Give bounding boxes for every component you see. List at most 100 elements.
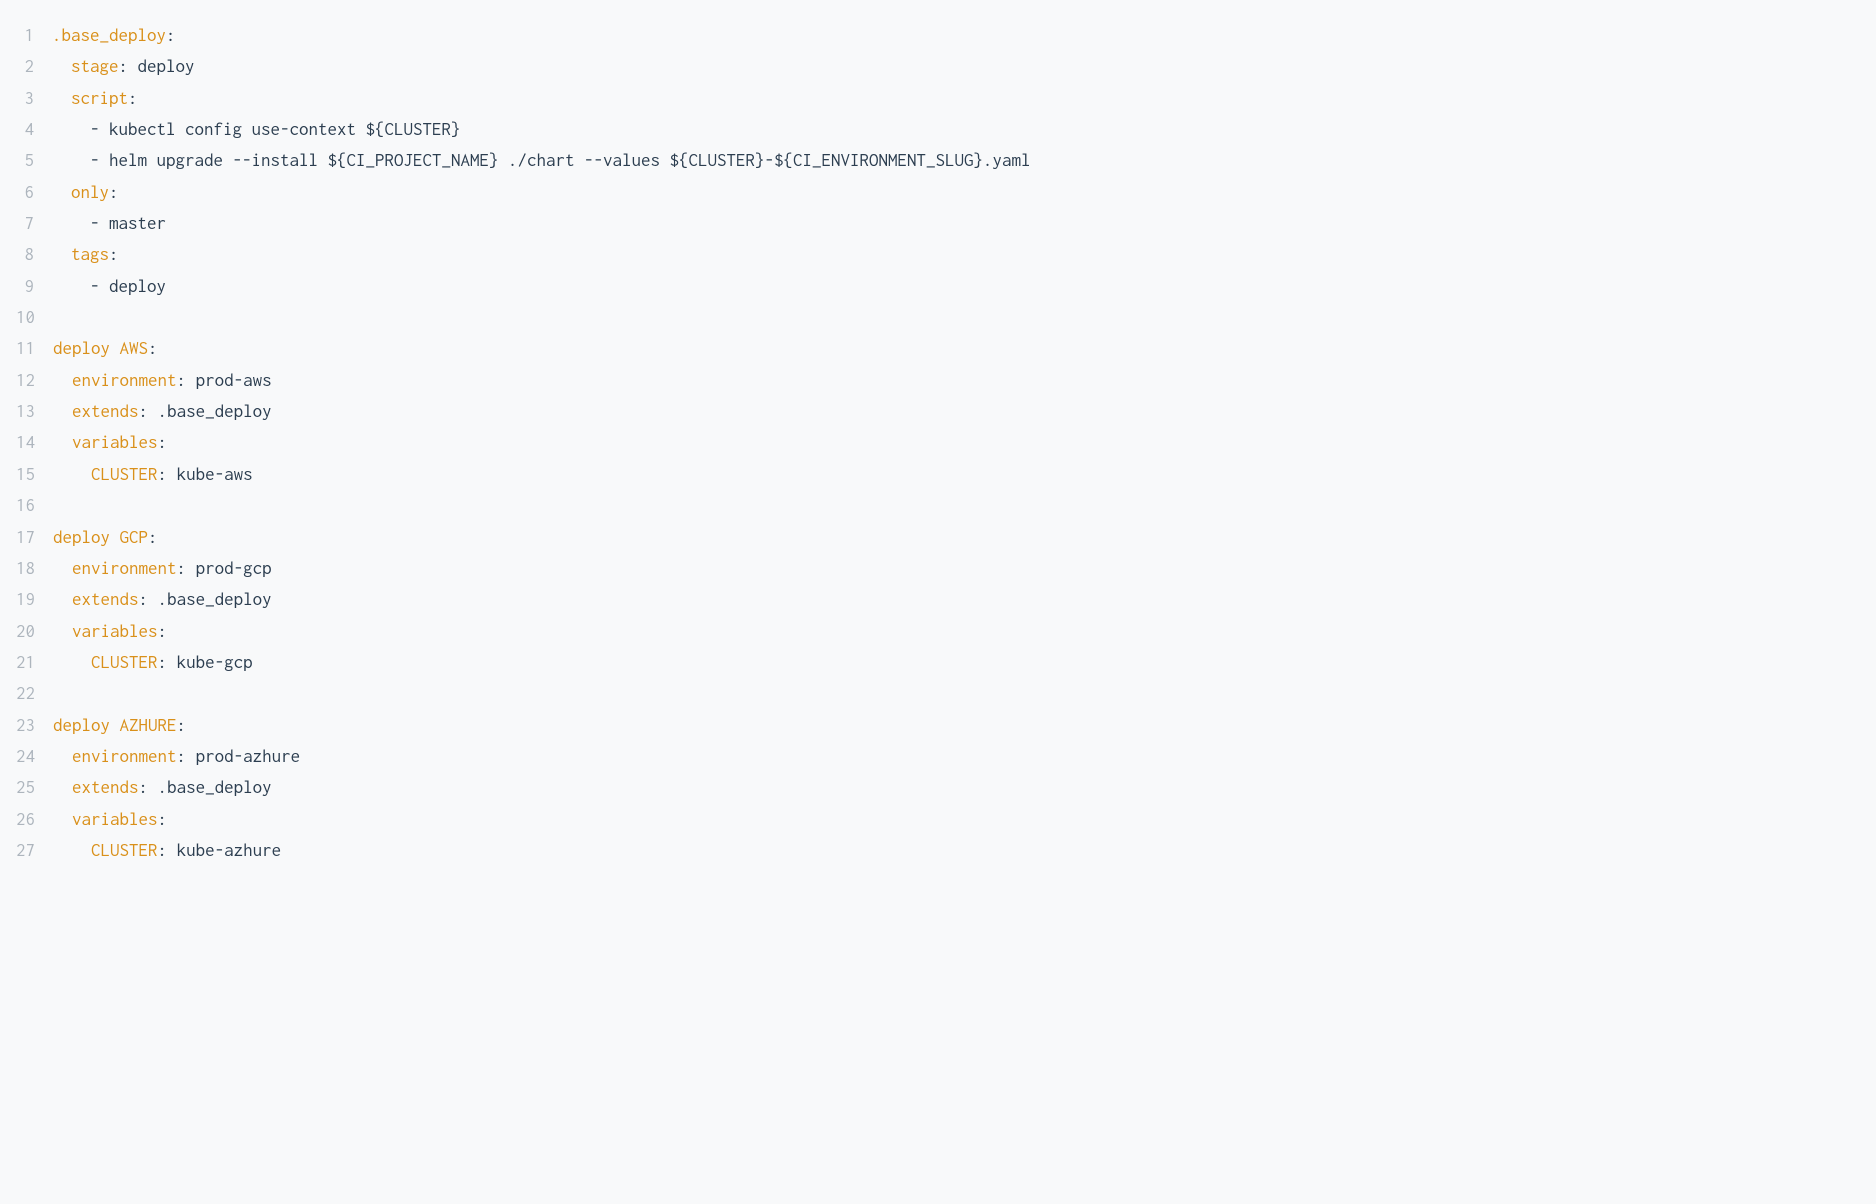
token-attr: CLUSTER (91, 840, 158, 860)
line-number: 16 (16, 490, 53, 521)
line-number: 5 (16, 145, 52, 176)
token-str (52, 88, 71, 108)
code-line: 24 environment: prod-azhure (16, 741, 1860, 772)
line-number: 6 (16, 177, 52, 208)
token-attr: variables (72, 809, 158, 829)
token-str: .base_deploy (148, 777, 272, 797)
line-number: 4 (16, 114, 52, 145)
token-attr: tags (71, 244, 109, 264)
token-str (53, 746, 72, 766)
line-content: environment: prod-azhure (53, 741, 1860, 772)
line-content: CLUSTER: kube-gcp (53, 647, 1860, 678)
token-str: kube-aws (167, 464, 253, 484)
line-content: deploy AZHURE: (53, 710, 1860, 741)
line-content (53, 302, 1860, 333)
token-punct: : (148, 338, 158, 358)
token-str (53, 589, 72, 609)
token-punct: : (158, 652, 168, 672)
token-attr: variables (72, 432, 158, 452)
token-str (53, 464, 91, 484)
token-punct: : (148, 527, 158, 547)
code-line: 14 variables: (16, 427, 1860, 458)
line-content: extends: .base_deploy (53, 772, 1860, 803)
line-content: deploy AWS: (53, 333, 1860, 364)
code-line: 21 CLUSTER: kube-gcp (16, 647, 1860, 678)
line-number: 19 (16, 584, 53, 615)
token-punct: : (177, 558, 187, 578)
token-punct: : (177, 370, 187, 390)
token-str (53, 652, 91, 672)
code-line: 23deploy AZHURE: (16, 710, 1860, 741)
token-str (53, 432, 72, 452)
token-punct: : (109, 182, 119, 202)
line-content: script: (52, 83, 1860, 114)
token-str: kubectl config use-context ${CLUSTER} (100, 119, 461, 139)
code-line: 8 tags: (16, 239, 1860, 270)
line-content: deploy GCP: (53, 522, 1860, 553)
code-line: 4 - kubectl config use-context ${CLUSTER… (16, 114, 1860, 145)
line-content: stage: deploy (52, 51, 1860, 82)
token-str (52, 244, 71, 264)
token-attr: extends (72, 401, 139, 421)
token-str (52, 213, 90, 233)
code-line: 26 variables: (16, 804, 1860, 835)
line-number: 27 (16, 835, 53, 866)
line-number: 8 (16, 239, 52, 270)
token-punct: : (139, 589, 149, 609)
token-attr: extends (72, 589, 139, 609)
token-attr: environment (72, 558, 177, 578)
code-line: 10 (16, 302, 1860, 333)
token-punct: : (177, 715, 187, 735)
line-content: CLUSTER: kube-azhure (53, 835, 1860, 866)
token-attr: deploy AWS (53, 338, 148, 358)
line-number: 24 (16, 741, 53, 772)
token-str (53, 777, 72, 797)
line-number: 7 (16, 208, 52, 239)
token-punct: : (139, 401, 149, 421)
token-str: .base_deploy (148, 401, 272, 421)
line-number: 10 (16, 302, 53, 333)
token-attr: environment (72, 370, 177, 390)
token-str (52, 276, 90, 296)
line-content: CLUSTER: kube-aws (53, 459, 1860, 490)
token-str (52, 150, 90, 170)
token-punct: - (90, 276, 100, 296)
token-attr: script (71, 88, 128, 108)
token-attr: CLUSTER (91, 464, 158, 484)
token-punct: : (177, 746, 187, 766)
token-str (53, 558, 72, 578)
code-line: 25 extends: .base_deploy (16, 772, 1860, 803)
line-content (53, 490, 1860, 521)
token-attr: only (71, 182, 109, 202)
line-content: extends: .base_deploy (53, 584, 1860, 615)
token-punct: : (109, 244, 119, 264)
token-str (52, 119, 90, 139)
line-number: 22 (16, 678, 53, 709)
token-punct: : (158, 621, 168, 641)
line-number: 1 (16, 20, 52, 51)
line-number: 12 (16, 365, 53, 396)
line-number: 2 (16, 51, 52, 82)
line-content: - helm upgrade --install ${CI_PROJECT_NA… (52, 145, 1860, 176)
line-content (53, 678, 1860, 709)
line-number: 25 (16, 772, 53, 803)
line-content: environment: prod-aws (53, 365, 1860, 396)
code-line: 6 only: (16, 177, 1860, 208)
code-line: 12 environment: prod-aws (16, 365, 1860, 396)
line-number: 21 (16, 647, 53, 678)
code-line: 15 CLUSTER: kube-aws (16, 459, 1860, 490)
line-number: 15 (16, 459, 53, 490)
line-content: extends: .base_deploy (53, 396, 1860, 427)
line-number: 3 (16, 83, 52, 114)
token-str: kube-gcp (167, 652, 253, 672)
token-attr: deploy AZHURE (53, 715, 177, 735)
token-attr: environment (72, 746, 177, 766)
token-str: prod-gcp (186, 558, 272, 578)
token-str: helm upgrade --install ${CI_PROJECT_NAME… (100, 150, 1031, 170)
token-str: master (100, 213, 167, 233)
token-str (53, 809, 72, 829)
line-number: 11 (16, 333, 53, 364)
code-line: 18 environment: prod-gcp (16, 553, 1860, 584)
token-attr: deploy GCP (53, 527, 148, 547)
line-number: 13 (16, 396, 53, 427)
